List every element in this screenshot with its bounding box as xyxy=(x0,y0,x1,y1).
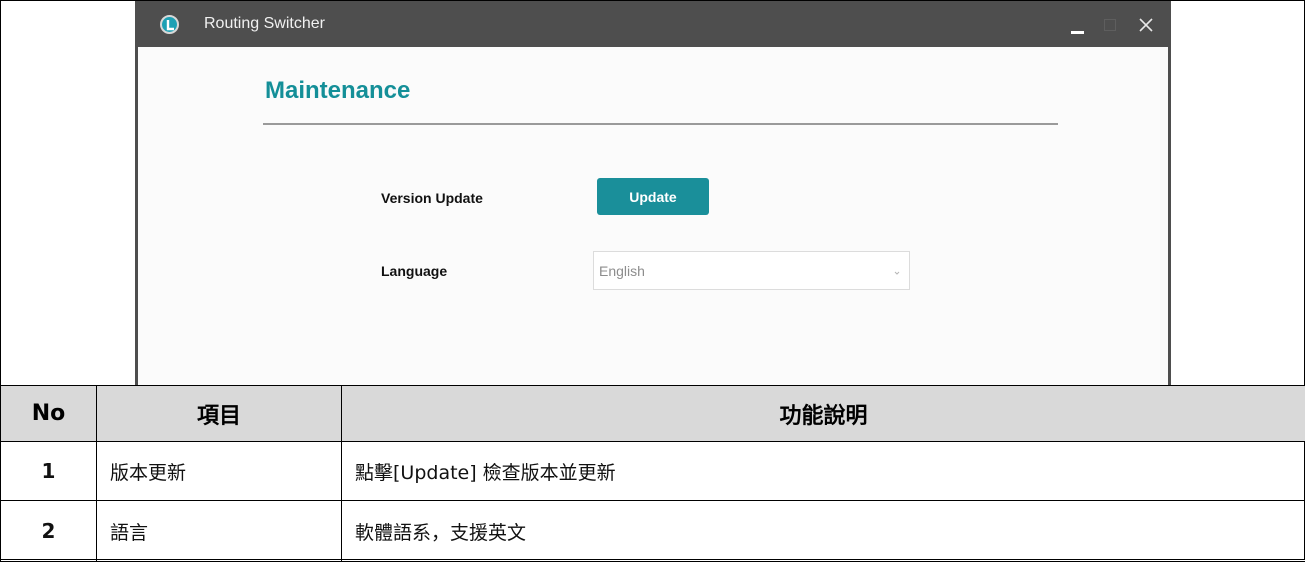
feature-table-wrapper: No 項目 功能說明 1 版本更新 點擊[Update] 檢查版本並更新 2 語… xyxy=(0,385,1305,562)
row-description: 軟體語系，支援英文 xyxy=(342,501,1305,562)
header-item: 項目 xyxy=(97,386,342,442)
language-select[interactable]: English xyxy=(593,251,910,290)
feature-table: No 項目 功能說明 1 版本更新 點擊[Update] 檢查版本並更新 2 語… xyxy=(0,385,1305,562)
row-item: 語言 xyxy=(97,501,342,562)
row-number: 1 xyxy=(1,442,97,501)
table-row: 2 語言 軟體語系，支援英文 xyxy=(1,501,1305,562)
row-description: 點擊[Update] 檢查版本並更新 xyxy=(342,442,1305,501)
chevron-down-icon xyxy=(892,265,902,275)
language-label: Language xyxy=(381,263,447,279)
minimize-icon[interactable] xyxy=(1064,11,1094,39)
header-no: No xyxy=(1,386,97,442)
header-description: 功能說明 xyxy=(342,386,1305,442)
update-button[interactable]: Update xyxy=(597,178,709,215)
version-update-label: Version Update xyxy=(381,190,483,206)
table-row: 1 版本更新 點擊[Update] 檢查版本並更新 xyxy=(1,442,1305,501)
app-window: Routing Switcher Maintenance Version Upd… xyxy=(135,1,1171,386)
page-title: Maintenance xyxy=(265,77,410,105)
maximize-icon[interactable] xyxy=(1096,11,1126,39)
app-logo-icon xyxy=(160,15,179,34)
row-item: 版本更新 xyxy=(97,442,342,501)
row-number: 2 xyxy=(1,501,97,562)
table-header-row: No 項目 功能說明 xyxy=(1,386,1305,442)
title-bar[interactable]: Routing Switcher xyxy=(138,1,1168,47)
close-icon[interactable] xyxy=(1132,11,1162,39)
language-selected-value: English xyxy=(599,263,645,279)
screenshot-area: Routing Switcher Maintenance Version Upd… xyxy=(1,1,1304,385)
title-divider xyxy=(263,123,1058,125)
window-title: Routing Switcher xyxy=(204,15,325,33)
